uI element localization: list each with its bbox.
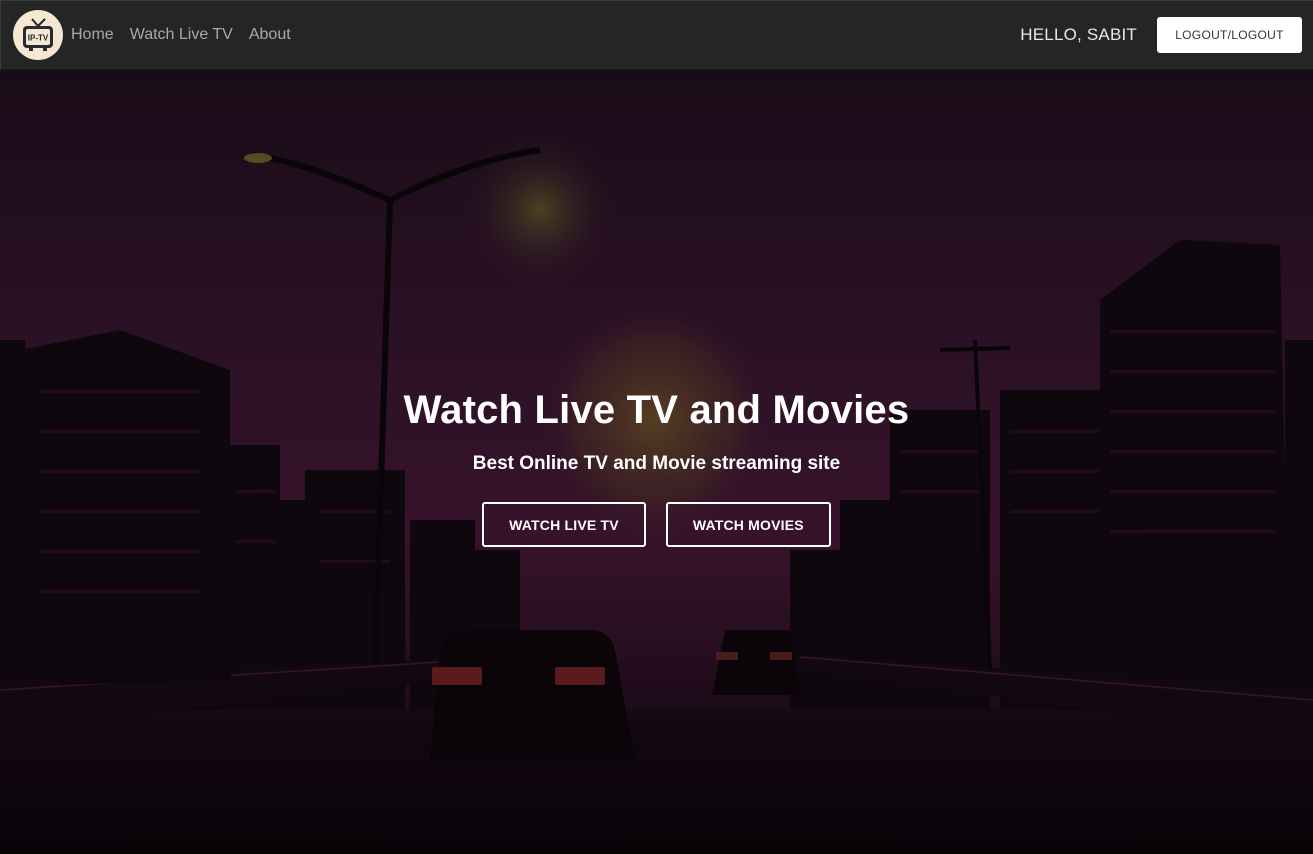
nav-user-area: HELLO, SABIT LOGOUT/LOGOUT <box>1020 17 1302 53</box>
hero-section: Watch Live TV and Movies Best Online TV … <box>0 70 1313 854</box>
hero-subtitle: Best Online TV and Movie streaming site <box>472 453 841 474</box>
logo-text: IP-TV <box>28 34 49 43</box>
watch-live-tv-button[interactable]: WATCH LIVE TV <box>482 502 646 547</box>
top-navbar: IP-TV Home Watch Live TV About HELLO, SA… <box>0 0 1313 70</box>
hero-buttons: WATCH LIVE TV WATCH MOVIES <box>0 502 1313 547</box>
tv-icon: IP-TV <box>23 18 53 51</box>
nav-link-watch-live-tv[interactable]: Watch Live TV <box>130 26 233 44</box>
logout-button[interactable]: LOGOUT/LOGOUT <box>1157 17 1302 53</box>
hero-title: Watch Live TV and Movies <box>403 388 910 432</box>
user-greeting: HELLO, SABIT <box>1020 25 1137 44</box>
iptv-logo[interactable]: IP-TV <box>13 10 63 60</box>
nav-links: Home Watch Live TV About <box>71 26 307 44</box>
hero-content: Watch Live TV and Movies Best Online TV … <box>0 388 1313 547</box>
nav-link-about[interactable]: About <box>249 26 291 44</box>
watch-movies-button[interactable]: WATCH MOVIES <box>665 502 831 547</box>
nav-link-home[interactable]: Home <box>71 26 114 44</box>
